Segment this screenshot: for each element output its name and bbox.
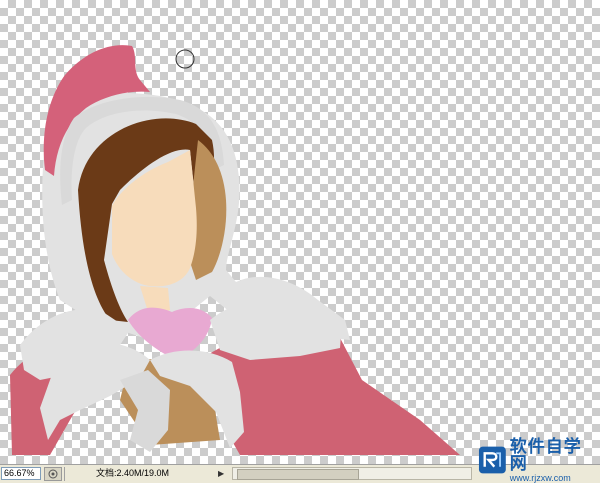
watermark-url: www.rjzxw.com (509, 472, 571, 483)
document-size-info: 文档:2.40M/19.0M (96, 468, 170, 478)
document-canvas[interactable] (0, 0, 600, 464)
status-info-icon[interactable] (44, 467, 62, 481)
scroll-thumb[interactable] (237, 469, 359, 480)
artwork-layer (10, 45, 460, 455)
watermark-title: 软件自学网 (509, 436, 582, 473)
rj-logo-icon (478, 446, 506, 474)
brush-circle-cursor-icon (175, 49, 195, 69)
horizontal-scrollbar[interactable] (232, 467, 472, 480)
status-divider (64, 467, 65, 481)
arrow-right-icon[interactable]: ▶ (218, 469, 224, 478)
watermark: 软件自学网 www.rjzxw.com (478, 436, 596, 483)
zoom-level-field[interactable]: 66.67% (1, 467, 41, 480)
